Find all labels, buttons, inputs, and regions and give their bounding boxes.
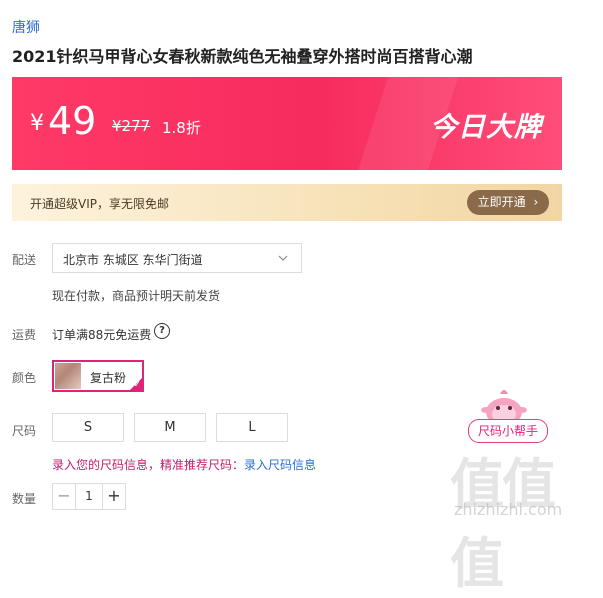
check-icon: ✓ bbox=[133, 380, 141, 390]
size-option-s[interactable]: S bbox=[52, 413, 124, 442]
product-title: 2021针织马甲背心女春秋新款纯色无袖叠穿外搭时尚百搭背心潮 bbox=[12, 47, 473, 66]
size-hint: 录入您的尺码信息，精准推荐尺码：录入尺码信息 bbox=[52, 456, 316, 473]
delivery-region-value: 北京市 东城区 东华门街道 bbox=[63, 253, 203, 267]
price-banner: ¥ 49 ¥277 1.8折 今日大牌 bbox=[12, 77, 562, 170]
size-option-l[interactable]: L bbox=[216, 413, 288, 442]
delivery-label: 配送 bbox=[12, 253, 37, 267]
price-original: ¥277 bbox=[112, 117, 151, 135]
vip-promo-bar: 开通超级VIP，享无限免邮 立即开通 › bbox=[12, 184, 562, 221]
quantity-decrease-button[interactable]: − bbox=[53, 484, 76, 509]
size-label: 尺码 bbox=[12, 424, 37, 438]
color-option-selected[interactable]: 复古粉 ✓ bbox=[52, 360, 144, 392]
price-discount: 1.8折 bbox=[162, 119, 201, 137]
delivery-region-select[interactable]: 北京市 东城区 东华门街道 bbox=[52, 243, 302, 273]
quantity-stepper: − 1 + bbox=[52, 483, 126, 510]
quantity-increase-button[interactable]: + bbox=[102, 484, 125, 509]
size-entry-link[interactable]: 录入尺码信息 bbox=[244, 458, 316, 472]
color-label: 颜色 bbox=[12, 371, 37, 385]
color-option-label: 复古粉 bbox=[90, 371, 127, 385]
color-swatch-thumbnail bbox=[55, 363, 81, 389]
shop-name-link[interactable]: 唐狮 bbox=[12, 18, 40, 38]
chevron-down-icon bbox=[278, 255, 288, 261]
vip-open-label: 立即开通 bbox=[477, 195, 526, 209]
price-current: 49 bbox=[48, 99, 97, 143]
vip-open-button[interactable]: 立即开通 › bbox=[467, 190, 549, 215]
chevron-right-icon: › bbox=[533, 195, 539, 209]
shipping-label: 运费 bbox=[12, 328, 37, 342]
price-currency: ¥ bbox=[30, 111, 44, 136]
size-hint-text: 录入您的尺码信息，精准推荐尺码： bbox=[52, 458, 245, 472]
size-option-m[interactable]: M bbox=[134, 413, 206, 442]
quantity-label: 数量 bbox=[12, 492, 37, 506]
vip-promo-text: 开通超级VIP，享无限免邮 bbox=[30, 197, 169, 211]
quantity-input[interactable]: 1 bbox=[75, 484, 103, 509]
watermark-logo: 值值值 bbox=[450, 453, 556, 595]
delivery-estimate-note: 现在付款，商品预计明天前发货 bbox=[52, 289, 221, 303]
shipping-rule-text: 订单满88元免运费 bbox=[52, 328, 152, 342]
help-icon[interactable]: ? bbox=[154, 323, 170, 339]
watermark-domain: zhizhizhi.com bbox=[454, 500, 563, 519]
brand-day-badge: 今日大牌 bbox=[430, 112, 542, 143]
